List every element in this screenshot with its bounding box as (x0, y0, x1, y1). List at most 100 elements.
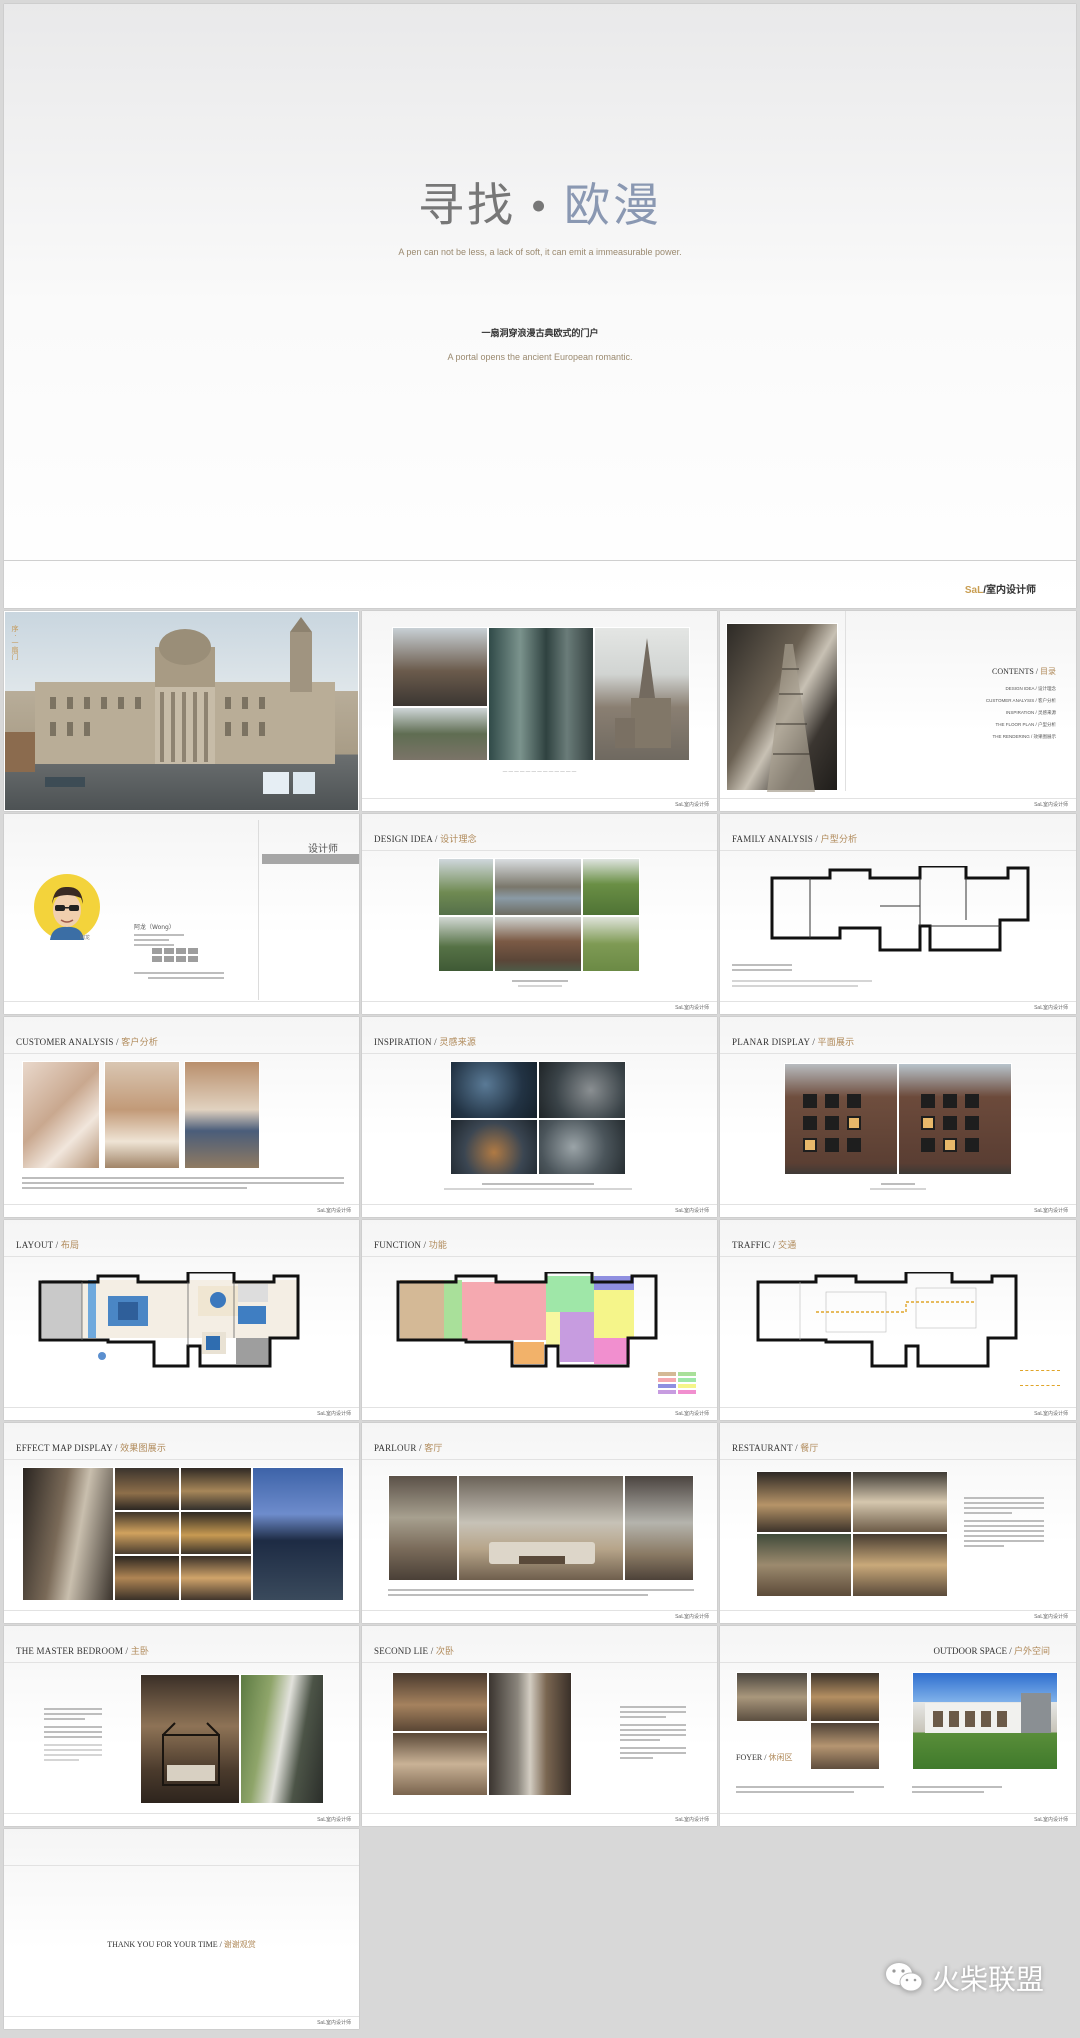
effect-photo-8 (252, 1467, 344, 1601)
family-analysis-slide[interactable]: FAMILY ANALYSIS / 户型分析 SaL室内设计师 (720, 814, 1076, 1014)
tower-photo (726, 623, 838, 792)
layout-title-cn: 布局 (60, 1240, 80, 1250)
footer-brand: SaL室内设计师 (675, 1614, 709, 1620)
second-bedroom-photo-2 (392, 1732, 488, 1796)
function-slide[interactable]: FUNCTION / 功能 SaL室内设计师 (362, 1220, 717, 1420)
effect-photo-7 (180, 1555, 252, 1601)
preface-label: 序 · 一扇门 (11, 625, 19, 660)
second-lie-slide[interactable]: SECOND LIE / 次卧 SaL室内设计师 (362, 1626, 717, 1826)
church-spire-icon (615, 638, 671, 748)
parlour-photo-2 (458, 1475, 624, 1581)
street-collage-slide[interactable]: — — — — — — — — — — — — — SaL室内设计师 (362, 611, 717, 811)
foyer-photo-1 (736, 1672, 808, 1722)
planar-display-title: PLANAR DISPLAY / 平面展示 (732, 1035, 854, 1048)
design-idea-slide[interactable]: DESIGN IDEA / 设计理念 SaL室内设计师 (362, 814, 717, 1014)
customer-analysis-title-en: CUSTOMER ANALYSIS / (16, 1037, 119, 1047)
aerial-photo-1 (450, 1061, 538, 1119)
effect-photo-5 (180, 1511, 252, 1555)
master-bedroom-photo-2 (240, 1674, 324, 1804)
family-analysis-title: FAMILY ANALYSIS / 户型分析 (732, 832, 857, 845)
street-photo-2 (392, 707, 488, 761)
traffic-slide[interactable]: TRAFFIC / 交通 SaL室内设计师 (720, 1220, 1076, 1420)
cartoon-avatar-icon (50, 886, 84, 940)
design-idea-title: DESIGN IDEA / 设计理念 (374, 832, 477, 845)
parlour-photo-1 (388, 1475, 458, 1581)
footer-brand: SaL室内设计师 (1034, 1005, 1068, 1011)
villa-icon (925, 1693, 1051, 1733)
customer-photo-3 (184, 1061, 260, 1169)
contents-list: DESIGN IDEA / 设计理念 CUSTOMER ANALYSIS / 客… (986, 683, 1056, 743)
foyer-photo-2 (810, 1672, 880, 1722)
cover-divider (4, 560, 1076, 561)
planar-caption-lines (870, 1183, 926, 1193)
restaurant-text-lines (964, 1497, 1044, 1550)
layout-slide[interactable]: LAYOUT / 布局 SaL室内设计师 (4, 1220, 359, 1420)
designer-slide[interactable]: 设计师 阿龙 阿龙（Wong） (4, 814, 359, 1014)
facade-photo-1 (784, 1063, 898, 1175)
inspiration-slide[interactable]: INSPIRATION / 灵感来源 SaL室内设计师 (362, 1017, 717, 1217)
parlour-slide[interactable]: PARLOUR / 客厅 SaL室内设计师 (362, 1423, 717, 1623)
cover-brand-name: /室内设计师 (983, 585, 1036, 596)
customer-analysis-slide[interactable]: CUSTOMER ANALYSIS / 客户分析 SaL室内设计师 (4, 1017, 359, 1217)
effect-map-title: EFFECT MAP DISPLAY / 效果图展示 (16, 1441, 166, 1454)
footer-brand: SaL室内设计师 (1034, 1208, 1068, 1214)
skill-tags (152, 948, 198, 962)
bund-building-photo (4, 611, 359, 811)
foyer-title-en: FOYER / (736, 1753, 767, 1762)
wechat-watermark: 火柴联盟 (884, 1958, 1044, 1998)
restaurant-photo-2 (852, 1471, 948, 1533)
effect-photo-2 (114, 1467, 180, 1511)
footer-brand: SaL室内设计师 (1034, 1411, 1068, 1417)
footer-brand: SaL室内设计师 (317, 2020, 351, 2026)
tower-icon (767, 644, 815, 792)
traffic-title-en: TRAFFIC / (732, 1240, 776, 1250)
master-bedroom-slide[interactable]: THE MASTER BEDROOM / 主卧 SaL室内设计师 (4, 1626, 359, 1826)
thank-you-slide[interactable]: THANK YOU FOR YOUR TIME / 谢谢观赏 SaL室内设计师 (4, 1829, 359, 2029)
footer-brand: SaL室内设计师 (675, 1817, 709, 1823)
contents-item-5[interactable]: THE RENDERING / 效果图展示 (986, 731, 1056, 743)
footer-brand: SaL室内设计师 (675, 1411, 709, 1417)
function-zone-plan (396, 1272, 658, 1368)
idea-caption-lines (512, 980, 568, 990)
cover-title: 寻找 • 欧漫 (4, 169, 1076, 235)
footer-brand: SaL室内设计师 (317, 1208, 351, 1214)
foyer-text-lines (736, 1786, 884, 1796)
second-lie-title: SECOND LIE / 次卧 (374, 1644, 454, 1657)
traffic-title-cn: 交通 (778, 1240, 797, 1250)
contents-item-1[interactable]: DESIGN IDEA / 设计理念 (986, 683, 1056, 695)
cover-title-part-a: 寻找 (417, 180, 516, 231)
cover-tagline-en: A portal opens the ancient European roma… (447, 352, 633, 362)
family-note-lines-2 (732, 980, 872, 990)
cover-tagline-cn: 一扇洞穿浪漫古典欧式的门户 (481, 328, 599, 338)
footer-brand: SaL室内设计师 (675, 1208, 709, 1214)
contents-item-4[interactable]: THE FLOOR PLAN / 户型分析 (986, 719, 1056, 731)
master-bedroom-title-cn: 主卧 (130, 1646, 150, 1656)
outdoor-slide[interactable]: OUTDOOR SPACE / 户外空间 FOYER / 休闲区 SaL室内设计… (720, 1626, 1076, 1826)
planar-display-slide[interactable]: PLANAR DISPLAY / 平面展示 SaL室内设计师 (720, 1017, 1076, 1217)
restaurant-slide[interactable]: RESTAURANT / 餐厅 SaL室内设计师 (720, 1423, 1076, 1623)
foyer-title: FOYER / 休闲区 (736, 1752, 792, 1763)
idea-photo-1 (438, 858, 494, 916)
contents-slide[interactable]: CONTENTS / 目录 DESIGN IDEA / 设计理念 CUSTOME… (720, 611, 1076, 811)
family-note-lines-1 (732, 964, 792, 974)
effect-photo-3 (180, 1467, 252, 1511)
contents-item-3[interactable]: INSPIRATION / 灵感来源 (986, 707, 1056, 719)
effect-map-slide[interactable]: EFFECT MAP DISPLAY / 效果图展示 (4, 1423, 359, 1623)
effect-map-title-cn: 效果图展示 (120, 1443, 167, 1453)
second-lie-title-cn: 次卧 (435, 1646, 455, 1656)
footer-brand: SaL室内设计师 (1034, 1817, 1068, 1823)
watermark-text: 火柴联盟 (931, 1963, 1044, 1996)
cover-slide[interactable]: 寻找 • 欧漫 A pen can not be less, a lack of… (4, 4, 1076, 608)
cover-brand-prefix: SaL (964, 585, 984, 596)
second-bedroom-photo-1 (392, 1672, 488, 1732)
parlour-title-en: PARLOUR / (374, 1443, 422, 1453)
contents-item-2[interactable]: CUSTOMER ANALYSIS / 客户分析 (986, 695, 1056, 707)
preface-slide[interactable]: 序 · 一扇门 (4, 611, 359, 811)
function-title-cn: 功能 (428, 1240, 448, 1250)
designer-info-lines (134, 934, 184, 949)
outdoor-photo (912, 1672, 1058, 1770)
contents-title: CONTENTS / 目录 (992, 666, 1056, 677)
effect-photo-6 (114, 1555, 180, 1601)
cover-subtitle-en: A pen can not be less, a lack of soft, i… (398, 247, 682, 257)
contents-title-en: CONTENTS / (992, 667, 1038, 676)
